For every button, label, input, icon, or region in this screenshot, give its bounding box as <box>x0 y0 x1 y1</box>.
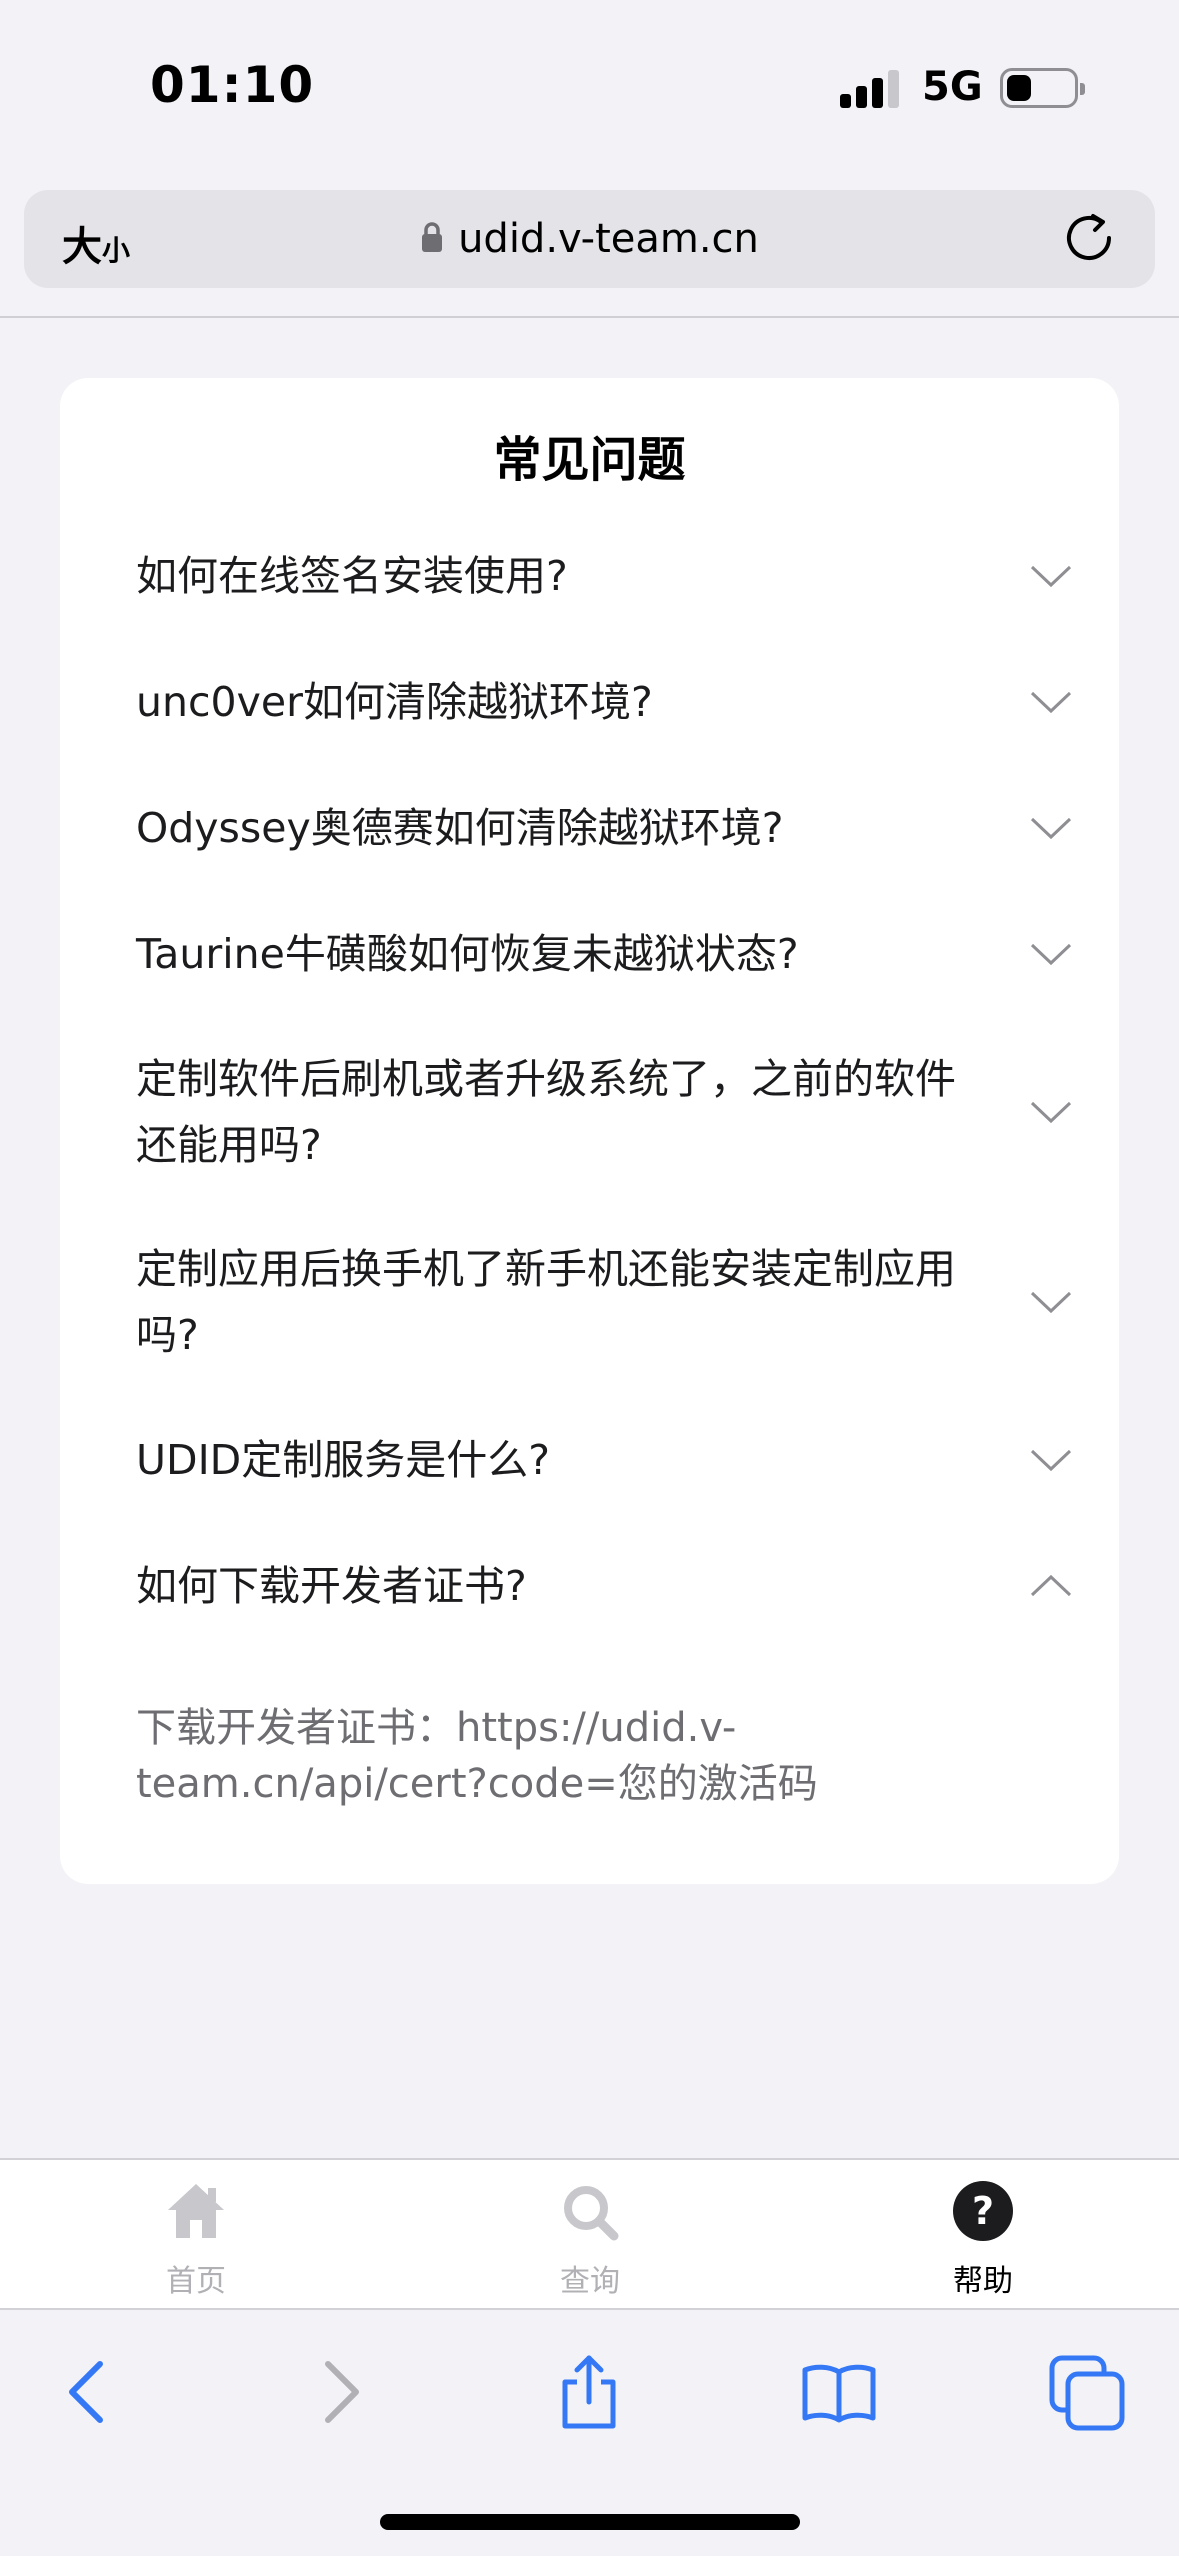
faq-question: 如何下载开发者证书? <box>136 1562 527 1610</box>
chevron-down-icon <box>1030 565 1072 588</box>
back-icon[interactable] <box>48 2352 128 2432</box>
help-icon: ? <box>953 2181 1013 2241</box>
tab-label: 帮助 <box>953 2264 1013 2299</box>
bookmarks-icon[interactable] <box>799 2352 879 2432</box>
tab-label: 查询 <box>560 2264 620 2299</box>
faq-question: unc0ver如何清除越狱环境? <box>136 678 653 726</box>
lock-icon <box>422 222 443 252</box>
faq-question: Odyssey奥德赛如何清除越狱环境? <box>136 804 784 852</box>
chevron-up-icon <box>1030 1574 1072 1597</box>
tabs-icon[interactable] <box>1048 2352 1128 2432</box>
battery-icon <box>1000 68 1085 108</box>
tab-home[interactable]: 首页 <box>96 2180 296 2300</box>
faq-item[interactable]: 如何在线签名安装使用? <box>136 518 1076 634</box>
tab-help[interactable]: ? 帮助 <box>883 2180 1083 2300</box>
status-time: 01:10 <box>150 56 315 114</box>
faq-card: 常见问题 如何在线签名安装使用? unc0ver如何清除越狱环境? Odysse… <box>60 378 1119 1884</box>
url-text: udid.v-team.cn <box>458 216 759 262</box>
chevron-down-icon <box>1030 691 1072 714</box>
faq-question: UDID定制服务是什么? <box>136 1436 551 1484</box>
faq-item[interactable]: Taurine牛磺酸如何恢复未越狱状态? <box>136 896 1076 1012</box>
faq-question: 如何在线签名安装使用? <box>136 552 568 600</box>
tab-label: 首页 <box>166 2264 226 2299</box>
screen: 01:10 5G 大小 udid.v-team.cn 常见问题 如何在线签名安装… <box>0 0 1179 2556</box>
chevron-down-icon <box>1030 1291 1072 1314</box>
url-field[interactable]: udid.v-team.cn <box>24 216 1155 262</box>
forward-icon[interactable] <box>300 2352 380 2432</box>
status-bar: 01:10 5G <box>0 0 1179 175</box>
faq-item-expanded[interactable]: 如何下载开发者证书? <box>136 1528 1076 1644</box>
faq-question: 定制软件后刷机或者升级系统了，之前的软件还能用吗? <box>136 1055 956 1169</box>
tab-search[interactable]: 查询 <box>490 2180 690 2300</box>
faq-item[interactable]: UDID定制服务是什么? <box>136 1402 1076 1518</box>
chevron-down-icon <box>1030 943 1072 966</box>
faq-item[interactable]: 定制应用后换手机了新手机还能安装定制应用吗? <box>136 1212 1076 1392</box>
chevron-down-icon <box>1030 817 1072 840</box>
faq-item[interactable]: Odyssey奥德赛如何清除越狱环境? <box>136 770 1076 886</box>
home-icon <box>168 2184 224 2238</box>
address-bar[interactable]: 大小 udid.v-team.cn <box>24 190 1155 288</box>
home-indicator <box>380 2514 800 2530</box>
search-icon <box>564 2186 619 2241</box>
reload-icon[interactable] <box>1061 210 1117 266</box>
faq-question: 定制应用后换手机了新手机还能安装定制应用吗? <box>136 1245 956 1359</box>
chevron-down-icon <box>1030 1101 1072 1124</box>
faq-question: Taurine牛磺酸如何恢复未越狱状态? <box>136 930 799 978</box>
faq-item[interactable]: unc0ver如何清除越狱环境? <box>136 644 1076 760</box>
share-icon[interactable] <box>549 2352 629 2432</box>
network-type: 5G <box>922 64 983 110</box>
signal-icon <box>840 68 902 108</box>
web-tab-bar: 首页 查询 ? 帮助 <box>0 2158 1179 2308</box>
faq-item[interactable]: 定制软件后刷机或者升级系统了，之前的软件还能用吗? <box>136 1022 1076 1202</box>
chevron-down-icon <box>1030 1449 1072 1472</box>
faq-title: 常见问题 <box>493 432 686 488</box>
svg-text:?: ? <box>972 2189 994 2233</box>
faq-answer: 下载开发者证书：https://udid.v-team.cn/api/cert?… <box>136 1705 818 1807</box>
toolbar-divider <box>0 316 1179 318</box>
